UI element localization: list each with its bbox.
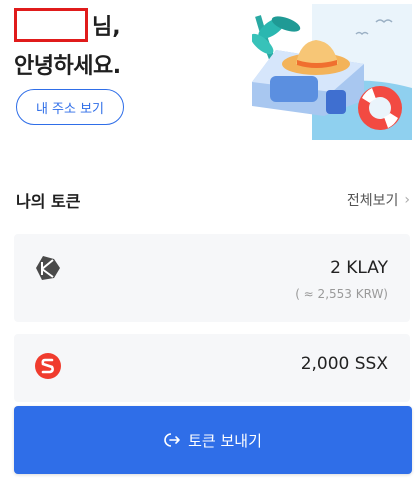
- greeting-block: 님, 안녕하세요.: [14, 6, 121, 80]
- name-suffix: 님,: [92, 15, 121, 40]
- summer-illustration: [252, 4, 412, 140]
- redacted-username: [14, 8, 88, 42]
- token-amount: 2,000 SSX: [300, 354, 388, 374]
- ssx-icon: [35, 353, 61, 379]
- my-tokens-title: 나의 토큰: [16, 192, 81, 211]
- send-token-button[interactable]: 토큰 보내기: [14, 406, 412, 474]
- klay-icon: [36, 256, 60, 280]
- send-token-label: 토큰 보내기: [188, 431, 262, 450]
- my-tokens-header: 나의 토큰 전체보기 ›: [16, 186, 410, 214]
- token-fiat-value: ( ≈ 2,553 KRW): [295, 287, 388, 301]
- token-card-klay[interactable]: 2 KLAY ( ≈ 2,553 KRW): [14, 234, 410, 322]
- token-card-ssx[interactable]: 2,000 SSX: [14, 334, 410, 402]
- token-amount: 2 KLAY: [330, 258, 388, 278]
- user-name-line: 님,: [14, 6, 121, 44]
- view-address-button[interactable]: 내 주소 보기: [16, 89, 124, 125]
- greeting-text: 안녕하세요.: [14, 54, 121, 79]
- send-arrow-icon: [164, 433, 180, 447]
- chevron-right-icon: ›: [404, 192, 410, 208]
- view-all-label: 전체보기: [346, 193, 399, 209]
- view-all-link[interactable]: 전체보기 ›: [347, 190, 410, 210]
